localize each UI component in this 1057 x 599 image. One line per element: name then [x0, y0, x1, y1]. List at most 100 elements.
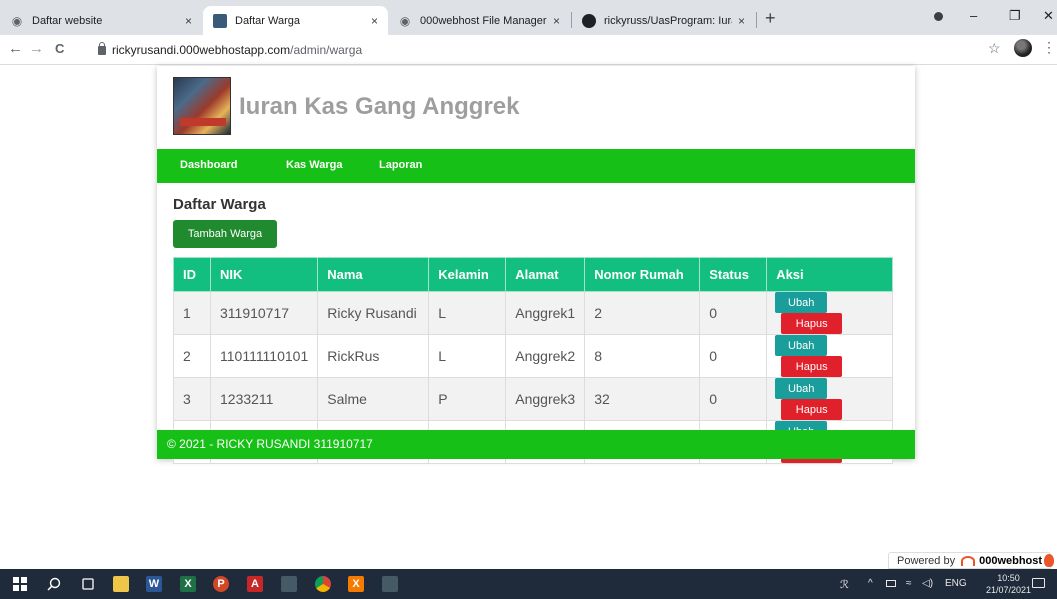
col-header-nomor-rumah: Nomor Rumah — [584, 257, 701, 292]
clock-time: 10:50 — [997, 573, 1020, 583]
cell-aksi: UbahHapus — [766, 291, 893, 335]
cell-status: 0 — [699, 334, 768, 378]
battery-icon[interactable] — [886, 580, 896, 587]
url-path: /admin/warga — [290, 43, 363, 57]
lock-icon — [98, 41, 106, 55]
forward-button[interactable]: → — [29, 41, 44, 57]
profile-indicator-icon[interactable] — [934, 12, 943, 21]
globe-icon: ◉ — [399, 13, 411, 28]
site-header: Iuran Kas Gang Anggrek — [157, 66, 915, 149]
edit-button[interactable]: Ubah — [775, 292, 828, 313]
tab-title: rickyruss/UasProgram: Iuran Kas — [604, 14, 732, 27]
powerpoint-icon[interactable]: P — [213, 576, 229, 592]
new-tab-button[interactable]: + — [765, 9, 776, 27]
flame-icon — [1044, 554, 1054, 567]
language-indicator[interactable]: ENG — [945, 578, 967, 589]
cell-alamat: Anggrek3 — [505, 377, 586, 421]
cell-alamat: Anggrek2 — [505, 334, 586, 378]
col-header-status: Status — [699, 257, 768, 292]
cell-kelamin: L — [428, 291, 507, 335]
edit-button[interactable]: Ubah — [775, 378, 828, 399]
url-host: rickyrusandi.000webhostapp.com — [112, 43, 291, 57]
wifi-icon[interactable]: ≈ — [906, 578, 912, 589]
reload-button[interactable]: C — [55, 41, 64, 57]
powered-brand: 000webhost — [979, 554, 1043, 567]
page-viewport: Iuran Kas Gang Anggrek Dashboard Kas War… — [0, 66, 1057, 569]
chrome-icon[interactable] — [315, 576, 331, 592]
close-icon[interactable]: × — [371, 14, 378, 28]
excel-icon[interactable]: X — [180, 576, 196, 592]
windows-start-icon[interactable] — [12, 576, 28, 592]
task-view-icon[interactable] — [80, 576, 96, 592]
system-clock[interactable]: 10:50 21/07/2021 — [986, 572, 1031, 596]
close-icon[interactable]: × — [738, 14, 745, 28]
cell-status: 0 — [699, 377, 768, 421]
site-favicon — [213, 13, 227, 28]
back-button[interactable]: ← — [8, 41, 23, 57]
tab-title: Daftar Warga — [235, 14, 301, 27]
delete-button[interactable]: Hapus — [781, 356, 843, 377]
search-icon[interactable] — [46, 576, 62, 592]
table-row: 3 1233211 Salme P Anggrek3 32 0 UbahHapu… — [173, 377, 893, 421]
delete-button[interactable]: Hapus — [781, 313, 843, 334]
cell-kelamin: L — [428, 334, 507, 378]
webhost-logo-icon — [961, 555, 976, 566]
main-nav: Dashboard Kas Warga Laporan — [157, 149, 915, 183]
delete-button[interactable]: Hapus — [781, 399, 843, 420]
notification-icon[interactable] — [1032, 578, 1045, 588]
file-explorer-icon[interactable] — [113, 576, 129, 592]
cell-nomor-rumah: 2 — [584, 291, 701, 335]
people-icon[interactable]: ℛ — [840, 578, 849, 591]
cell-status: 0 — [699, 291, 768, 335]
browser-tab-daftar-warga[interactable]: Daftar Warga × — [203, 6, 388, 35]
powered-prefix: Powered by — [897, 554, 956, 567]
cell-kelamin: P — [428, 377, 507, 421]
cell-nik: 1233211 — [209, 377, 319, 421]
nav-dashboard[interactable]: Dashboard — [180, 159, 237, 171]
bookmark-star-icon[interactable]: ☆ — [988, 40, 1001, 57]
powered-by-badge[interactable]: Powered by 000webhost — [888, 552, 1052, 569]
content-card: Iuran Kas Gang Anggrek Dashboard Kas War… — [157, 66, 915, 464]
chevron-up-icon[interactable]: ^ — [868, 578, 873, 589]
add-warga-button[interactable]: Tambah Warga — [173, 220, 277, 248]
browser-tab-daftar-website[interactable]: ◉ Daftar website × — [0, 6, 202, 35]
table-header-row: ID NIK Nama Kelamin Alamat Nomor Rumah S… — [173, 257, 893, 292]
taskbar: W X P A X ℛ ^ ≈ ◁) ENG 10:50 21/07/2021 — [0, 569, 1057, 599]
cell-nama: Ricky Rusandi — [317, 291, 430, 335]
site-logo — [173, 77, 231, 135]
url-field[interactable]: rickyrusandi.000webhostapp.com/admin/war… — [98, 41, 363, 57]
avatar[interactable] — [1014, 39, 1032, 57]
nav-kas-warga[interactable]: Kas Warga — [286, 159, 342, 171]
terminal-icon[interactable] — [281, 576, 297, 592]
cell-nomor-rumah: 32 — [584, 377, 701, 421]
edit-button[interactable]: Ubah — [775, 335, 828, 356]
site-title: Iuran Kas Gang Anggrek — [239, 93, 520, 120]
table-row: 1 311910717 Ricky Rusandi L Anggrek1 2 0… — [173, 291, 893, 335]
browser-menu-icon[interactable]: ⋮ — [1042, 39, 1056, 56]
minimize-button[interactable]: – — [970, 8, 977, 23]
cell-id: 2 — [173, 334, 211, 378]
tab-separator — [756, 12, 757, 28]
cell-aksi: UbahHapus — [766, 334, 893, 378]
close-window-button[interactable]: ✕ — [1043, 8, 1054, 24]
terminal-icon[interactable] — [382, 576, 398, 592]
address-bar: ← → C rickyrusandi.000webhostapp.com/adm… — [0, 35, 1057, 65]
maximize-button[interactable]: ❐ — [1009, 8, 1021, 24]
browser-tab-bar: ◉ Daftar website × Daftar Warga × ◉ 000w… — [0, 0, 1057, 35]
cell-id: 1 — [173, 291, 211, 335]
word-icon[interactable]: W — [146, 576, 162, 592]
github-icon — [582, 13, 596, 28]
site-footer: © 2021 - RICKY RUSANDI 311910717 — [157, 430, 915, 459]
pdf-reader-icon[interactable]: A — [247, 576, 263, 592]
close-icon[interactable]: × — [185, 14, 192, 28]
cell-alamat: Anggrek1 — [505, 291, 586, 335]
tab-title: 000webhost File Manager — [420, 14, 547, 27]
xampp-icon[interactable]: X — [348, 576, 364, 592]
cell-nik: 110111110101 — [209, 334, 319, 378]
volume-icon[interactable]: ◁) — [922, 578, 933, 589]
close-icon[interactable]: × — [553, 14, 560, 28]
nav-laporan[interactable]: Laporan — [379, 159, 422, 171]
col-header-kelamin: Kelamin — [428, 257, 507, 292]
browser-tab-file-manager[interactable]: ◉ 000webhost File Manager × — [388, 6, 570, 35]
browser-tab-github[interactable]: rickyruss/UasProgram: Iuran Kas × — [572, 6, 755, 35]
